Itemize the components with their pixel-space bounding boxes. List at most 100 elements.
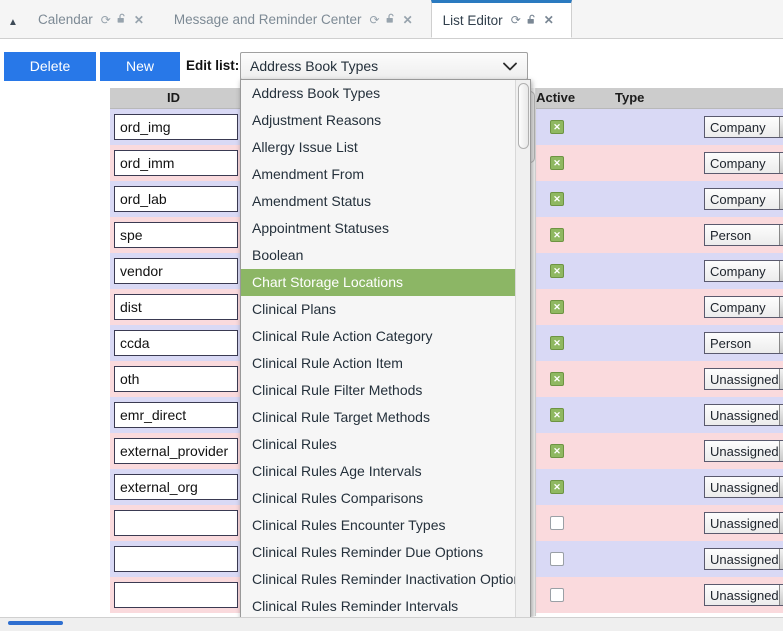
row-type-select[interactable]: Company ▼: [704, 188, 783, 210]
row-id-input[interactable]: [114, 546, 238, 572]
row-type-select[interactable]: Unassigned▼: [704, 548, 783, 570]
dropdown-option[interactable]: Address Book Types: [241, 80, 517, 107]
chevron-down-icon: ▼: [779, 405, 783, 425]
row-id-input[interactable]: vendor: [114, 258, 238, 284]
row-active-checkbox[interactable]: [550, 552, 564, 566]
checkbox-checked-icon: ✕: [550, 444, 564, 458]
chevron-down-icon: ▼: [779, 513, 783, 533]
dropdown-option[interactable]: Boolean: [241, 242, 517, 269]
close-icon[interactable]: ✕: [544, 14, 554, 26]
dropdown-option[interactable]: Chart Storage Locations: [241, 269, 517, 296]
close-icon[interactable]: ✕: [403, 14, 413, 26]
row-active-checkbox[interactable]: ✕: [550, 372, 564, 386]
dropdown-option[interactable]: Clinical Rules: [241, 431, 517, 458]
dropdown-option[interactable]: Clinical Rules Reminder Intervals: [241, 593, 517, 619]
unlock-icon[interactable]: [527, 14, 538, 27]
row-active-checkbox[interactable]: ✕: [550, 156, 564, 170]
row-id-input[interactable]: dist: [114, 294, 238, 320]
dropdown-option[interactable]: Adjustment Reasons: [241, 107, 517, 134]
row-id-input[interactable]: ccda: [114, 330, 238, 356]
dropdown-option[interactable]: Clinical Rule Target Methods: [241, 404, 517, 431]
dropdown-option[interactable]: Allergy Issue List: [241, 134, 517, 161]
edit-list-select[interactable]: Address Book Types: [240, 52, 528, 80]
row-type-select[interactable]: Person ▼: [704, 332, 783, 354]
row-id-input[interactable]: [114, 582, 238, 608]
horizontal-scrollbar[interactable]: [0, 617, 783, 631]
edit-list-dropdown[interactable]: Address Book Types Adjustment Reasons Alle…: [240, 79, 531, 620]
tab-list-editor-label: List Editor: [442, 12, 503, 28]
dropdown-option[interactable]: Clinical Rules Encounter Types: [241, 512, 517, 539]
row-id-input[interactable]: oth: [114, 366, 238, 392]
collapse-arrow-icon[interactable]: ▲: [0, 0, 26, 38]
tab-message-and-reminder-center[interactable]: Message and Reminder Center ⟳ ✕: [162, 0, 431, 38]
row-id-input[interactable]: [114, 510, 238, 536]
row-active-checkbox[interactable]: ✕: [550, 300, 564, 314]
row-id-input[interactable]: external_org: [114, 474, 238, 500]
column-header-id: ID: [167, 90, 180, 105]
close-icon[interactable]: ✕: [134, 14, 144, 26]
refresh-icon[interactable]: ⟳: [101, 14, 111, 26]
row-type-select-value: Company: [710, 299, 766, 315]
row-active-checkbox[interactable]: [550, 516, 564, 530]
row-type-select[interactable]: Unassigned▼: [704, 440, 783, 462]
delete-list-button[interactable]: Delete List: [4, 52, 96, 103]
row-type-select[interactable]: Unassigned▼: [704, 584, 783, 606]
refresh-icon[interactable]: ⟳: [511, 14, 521, 26]
row-type-select[interactable]: Company ▼: [704, 296, 783, 318]
row-type-select[interactable]: Person ▼: [704, 224, 783, 246]
dropdown-option[interactable]: Clinical Rules Comparisons: [241, 485, 517, 512]
row-active-checkbox[interactable]: [550, 588, 564, 602]
row-active-checkbox[interactable]: ✕: [550, 228, 564, 242]
row-id-input[interactable]: ord_lab: [114, 186, 238, 212]
unlock-icon[interactable]: [117, 13, 128, 26]
row-id-input[interactable]: external_provider: [114, 438, 238, 464]
chevron-down-icon: ▼: [779, 549, 783, 569]
new-list-button[interactable]: New List: [100, 52, 180, 103]
row-active-checkbox[interactable]: ✕: [550, 192, 564, 206]
row-active-checkbox[interactable]: ✕: [550, 408, 564, 422]
refresh-icon[interactable]: ⟳: [370, 14, 380, 26]
dropdown-option[interactable]: Clinical Rule Filter Methods: [241, 377, 517, 404]
row-type-select[interactable]: Unassigned▼: [704, 512, 783, 534]
row-type-select[interactable]: Company ▼: [704, 152, 783, 174]
dropdown-option[interactable]: Appointment Statuses: [241, 215, 517, 242]
row-id-input[interactable]: emr_direct: [114, 402, 238, 428]
dropdown-option[interactable]: Clinical Rules Reminder Due Options: [241, 539, 517, 566]
row-type-select[interactable]: Unassigned▼: [704, 368, 783, 390]
row-type-select-value: Person: [710, 335, 752, 351]
row-type-select-value: Unassigned: [710, 551, 779, 567]
row-active-checkbox[interactable]: ✕: [550, 480, 564, 494]
chevron-down-icon: ▼: [779, 261, 783, 281]
dropdown-option[interactable]: Clinical Rule Action Item: [241, 350, 517, 377]
row-active-checkbox[interactable]: ✕: [550, 264, 564, 278]
row-type-select[interactable]: Company ▼: [704, 116, 783, 138]
dropdown-option[interactable]: Clinical Rules Age Intervals: [241, 458, 517, 485]
checkbox-checked-icon: ✕: [550, 156, 564, 170]
dropdown-option[interactable]: Clinical Rule Action Category: [241, 323, 517, 350]
chevron-down-icon: ▼: [779, 477, 783, 497]
dropdown-option[interactable]: Amendment Status: [241, 188, 517, 215]
row-active-checkbox[interactable]: ✕: [550, 444, 564, 458]
row-type-select[interactable]: Unassigned▼: [704, 404, 783, 426]
tab-list-editor[interactable]: List Editor ⟳ ✕: [430, 0, 572, 38]
row-id-input[interactable]: ord_imm: [114, 150, 238, 176]
dropdown-scrollbar-thumb[interactable]: [518, 83, 529, 149]
edit-list-dropdown-options: Address Book Types Adjustment Reasons Alle…: [241, 80, 517, 619]
row-active-checkbox[interactable]: ✕: [550, 336, 564, 350]
dropdown-option[interactable]: Amendment From: [241, 161, 517, 188]
row-active-checkbox[interactable]: ✕: [550, 120, 564, 134]
row-type-select[interactable]: Company ▼: [704, 260, 783, 282]
tab-message-and-reminder-center-label: Message and Reminder Center: [173, 12, 362, 27]
row-type-select-value: Company: [710, 155, 766, 171]
checkbox-checked-icon: ✕: [550, 372, 564, 386]
dropdown-option[interactable]: Clinical Rules Reminder Inactivation Opt…: [241, 566, 517, 593]
horizontal-scrollbar-thumb[interactable]: [8, 621, 63, 625]
tab-calendar[interactable]: Calendar ⟳ ✕: [26, 0, 162, 38]
row-id-input[interactable]: ord_img: [114, 114, 238, 140]
unlock-icon[interactable]: [386, 13, 397, 26]
row-type-select[interactable]: Unassigned▼: [704, 476, 783, 498]
dropdown-option[interactable]: Clinical Plans: [241, 296, 517, 323]
row-type-select-value: Unassigned: [710, 371, 779, 387]
dropdown-scrollbar[interactable]: [515, 80, 530, 619]
row-id-input[interactable]: spe: [114, 222, 238, 248]
